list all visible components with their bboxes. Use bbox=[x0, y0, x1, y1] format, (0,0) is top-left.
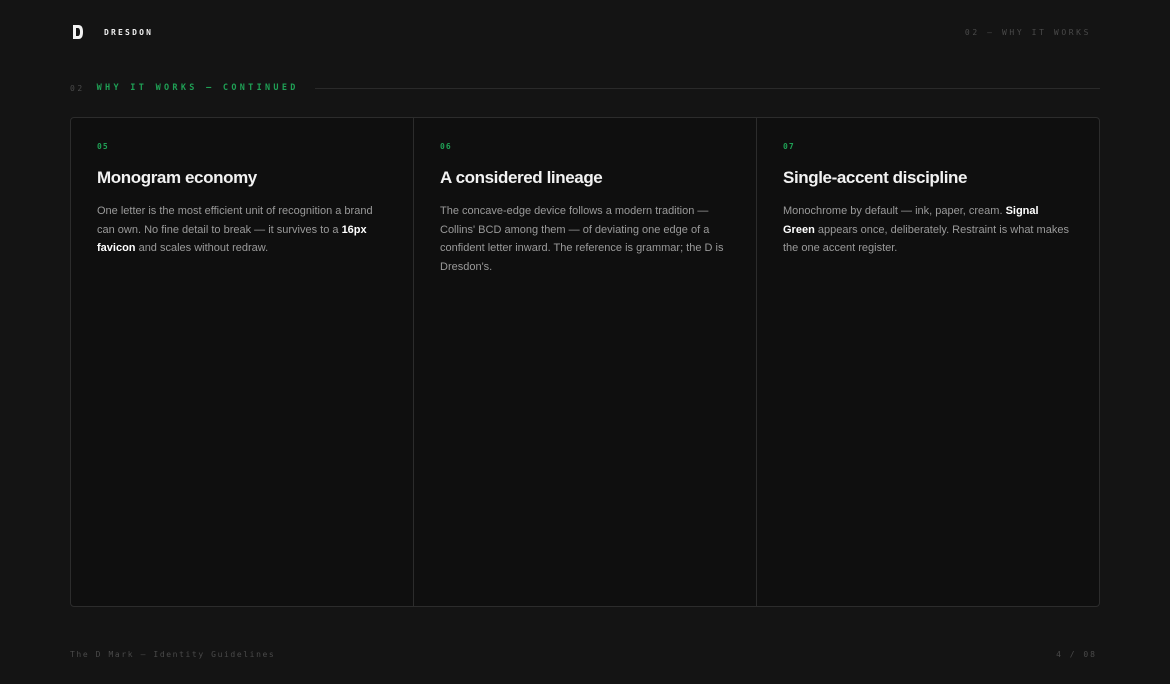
page-number: 4 / 08 bbox=[1056, 649, 1097, 659]
body-text: One letter is the most efficient unit of… bbox=[97, 205, 373, 236]
card-title: A considered lineage bbox=[440, 168, 603, 187]
card-body: Monochrome by default — ink, paper, crea… bbox=[783, 202, 1073, 258]
body-text: Monochrome by default — ink, paper, crea… bbox=[783, 205, 1006, 217]
section-heading: 02 WHY IT WORKS — CONTINUED bbox=[70, 82, 1100, 94]
card-body: The concave-edge device follows a modern… bbox=[440, 202, 730, 276]
section-number: 02 bbox=[70, 83, 85, 93]
principle-card: 06 A considered lineage The concave-edge… bbox=[414, 118, 757, 606]
body-text: The concave-edge device follows a modern… bbox=[440, 205, 724, 273]
card-body: One letter is the most efficient unit of… bbox=[97, 202, 387, 258]
footer-title: The D Mark — Identity Guidelines bbox=[70, 649, 276, 659]
card-title: Monogram economy bbox=[97, 168, 257, 187]
d-monogram-icon bbox=[73, 25, 83, 39]
page-header: DRESDON 02 — WHY IT WORKS bbox=[70, 24, 1100, 40]
section-reference: 02 — WHY IT WORKS bbox=[964, 27, 1091, 37]
brand: DRESDON bbox=[70, 25, 153, 39]
principle-card: 05 Monogram economy One letter is the mo… bbox=[71, 118, 414, 606]
card-number: 06 bbox=[440, 142, 452, 151]
card-number: 07 bbox=[783, 142, 795, 151]
principle-card: 07 Single-accent discipline Monochrome b… bbox=[757, 118, 1099, 606]
card-title: Single-accent discipline bbox=[783, 168, 968, 187]
card-number: 05 bbox=[97, 142, 109, 151]
principles-grid: 05 Monogram economy One letter is the mo… bbox=[70, 117, 1100, 607]
body-text: appears once, deliberately. Restraint is… bbox=[783, 223, 1069, 255]
body-text: and scales without redraw. bbox=[135, 242, 269, 254]
brand-name: DRESDON bbox=[104, 27, 154, 37]
section-divider bbox=[314, 87, 1100, 89]
section-title: WHY IT WORKS — CONTINUED bbox=[96, 83, 299, 93]
page-footer: The D Mark — Identity Guidelines 4 / 08 bbox=[70, 648, 1100, 660]
